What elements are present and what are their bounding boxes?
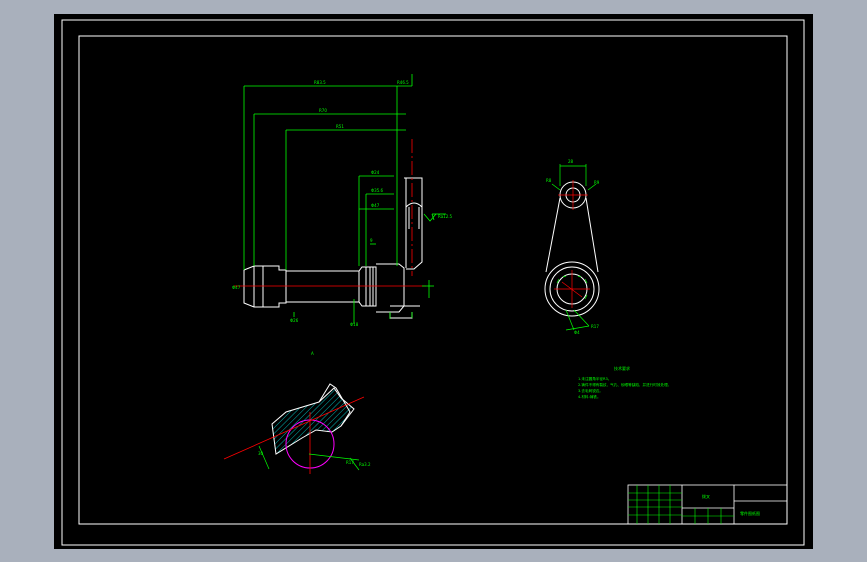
dim-side-2: Φ26: [290, 318, 299, 323]
technical-notes: 技术要求 1.未注圆角半径R3。 2.铸件不得有裂纹、气孔、砂眼等缺陷，并进行时…: [578, 365, 671, 399]
cad-drawing: R83.5 R70 R51 R46.5 Φ24 Φ35.6 Φ47 Φ47 Φ1…: [61, 19, 805, 546]
roughness-note: Ra12.5: [438, 214, 453, 219]
note-line-3: 3.去毛刺锐边。: [578, 388, 603, 393]
dim-side-0: Φ47: [232, 285, 241, 290]
side-view: 28 R8 R9 R17 Φ4: [544, 159, 600, 335]
main-dim-texts: R83.5 R70 R51 R46.5 Φ24 Φ35.6 Φ47 Φ47 Φ1…: [232, 80, 453, 327]
main-view: R83.5 R70 R51 R46.5 Φ24 Φ35.6 Φ47 Φ47 Φ1…: [232, 74, 453, 327]
dim-side-1: Φ18: [350, 322, 359, 327]
notes-title: 技术要求: [614, 365, 630, 371]
side-dim-4: Φ4: [574, 330, 580, 335]
cad-viewport[interactable]: R83.5 R70 R51 R46.5 Φ24 Φ35.6 Φ47 Φ47 Φ1…: [54, 14, 813, 549]
main-dimensions: [243, 74, 446, 324]
title-block: 拨叉 零件图纸图: [627, 484, 788, 525]
side-dim-0: 28: [568, 159, 574, 164]
part-name: 拨叉: [702, 493, 710, 499]
drawing-title: 零件图纸图: [740, 510, 760, 516]
note-line-4: 4.材料:铸铁。: [578, 394, 601, 399]
note-line-1: 1.未注圆角半径R3。: [578, 376, 611, 381]
section-dim-0: 30: [258, 451, 264, 456]
section-view: A 30 R17 Ra3.2: [223, 351, 371, 474]
sheet-border: [61, 19, 805, 546]
dim-top-1: R70: [319, 108, 327, 113]
dim-mid-2: Φ47: [371, 203, 380, 208]
side-dim-2: R9: [594, 180, 600, 185]
shaft-outline: [243, 177, 423, 319]
dim-mid-0: Φ24: [371, 170, 380, 175]
section-label: A: [311, 351, 314, 356]
dim-top-2: R51: [336, 124, 344, 129]
section-dim-2: Ra3.2: [359, 462, 371, 467]
side-dim-1: R8: [546, 178, 552, 183]
dim-mid-1: Φ35.6: [371, 188, 384, 193]
note-line-2: 2.铸件不得有裂纹、气孔、砂眼等缺陷，并进行时效处理。: [578, 382, 671, 387]
side-dim-3: R17: [591, 324, 599, 329]
section-dim-1: R17: [346, 460, 354, 465]
dim-top-0: R83.5: [314, 80, 326, 85]
main-hint: 9: [370, 238, 373, 243]
dim-top-3: R46.5: [397, 80, 409, 85]
